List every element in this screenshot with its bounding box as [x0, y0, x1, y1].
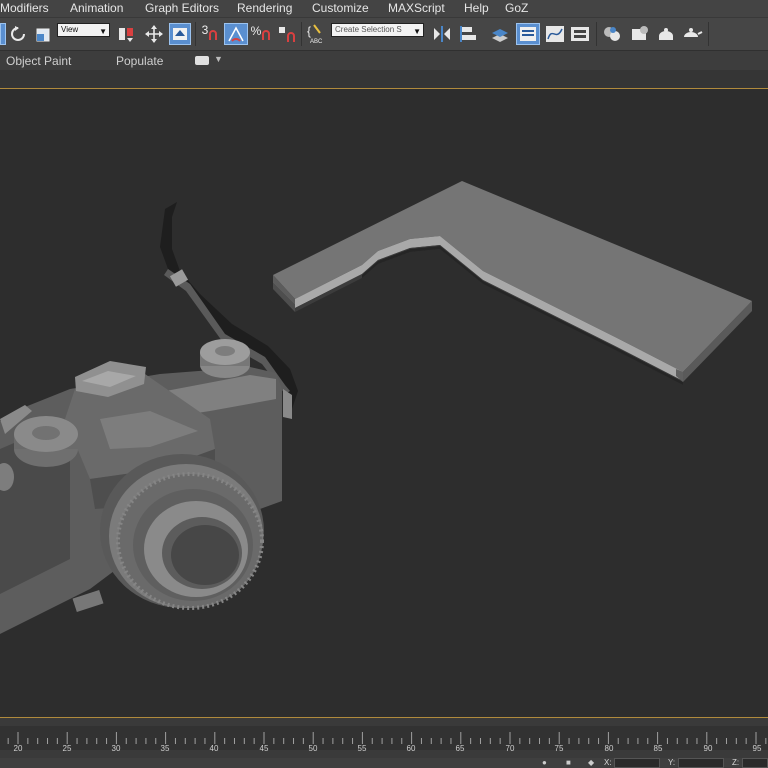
z-coord-label: Z:: [732, 758, 740, 767]
tick-label: 45: [259, 744, 269, 753]
tick-label: 80: [604, 744, 614, 753]
curve-editor-icon[interactable]: [543, 23, 567, 45]
mirror-icon[interactable]: [430, 23, 454, 45]
ribbon-toggle-button[interactable]: [195, 56, 209, 65]
pivot-icon[interactable]: [114, 23, 138, 45]
toggle-scene-explorer-icon[interactable]: [516, 23, 540, 45]
timeline-bar[interactable]: 20 25 30 35 40 45 50 55 60 65 70 75 80 8…: [0, 718, 768, 758]
main-toolbar: View ▼ 3 % {ABC Create Selection S ▼: [0, 17, 768, 50]
y-coord-field[interactable]: [678, 758, 724, 768]
tick-label: 40: [209, 744, 219, 753]
y-coord-label: Y:: [668, 758, 676, 767]
menu-animation[interactable]: Animation: [70, 1, 123, 15]
move-icon[interactable]: [143, 23, 165, 45]
selection-lock-icon[interactable]: ■: [566, 758, 571, 767]
snap-3d-icon[interactable]: 3: [199, 23, 221, 45]
menu-goz[interactable]: GoZ: [505, 1, 528, 15]
render-setup-icon[interactable]: [628, 23, 652, 45]
tick-label: 25: [62, 744, 72, 753]
schematic-view-icon[interactable]: [568, 23, 592, 45]
percent-label: %: [250, 24, 262, 38]
tick-label: 70: [505, 744, 515, 753]
tick-label: 65: [455, 744, 465, 753]
named-selection-set-dropdown[interactable]: Create Selection S ▼: [331, 23, 424, 37]
tick-label: 95: [752, 744, 762, 753]
menu-customize[interactable]: Customize: [312, 1, 369, 15]
reference-coord-dropdown[interactable]: View ▼: [57, 23, 110, 37]
material-editor-icon[interactable]: [600, 23, 624, 45]
svg-text:{: {: [307, 24, 311, 38]
ribbon-panel-area: [0, 70, 768, 88]
menu-help[interactable]: Help: [464, 1, 489, 15]
tick-label: 20: [13, 744, 23, 753]
menu-bar: Modifiers Animation Graph Editors Render…: [0, 0, 768, 17]
angle-snap-icon[interactable]: [224, 23, 248, 45]
manipulate-icon[interactable]: [169, 23, 191, 45]
tab-object-paint[interactable]: Object Paint: [6, 54, 71, 68]
camera-lens: [100, 454, 264, 610]
tick-label: 55: [357, 744, 367, 753]
chevron-down-icon: ▼: [413, 27, 421, 36]
tick-label: 85: [653, 744, 663, 753]
named-selection-placeholder: Create Selection S: [335, 25, 402, 34]
spinner-snap-icon[interactable]: [275, 23, 297, 45]
chevron-down-icon: ▼: [99, 27, 107, 36]
x-coord-field[interactable]: [614, 758, 660, 768]
reference-coord-value: View: [61, 25, 79, 34]
lock-icon[interactable]: ●: [542, 758, 547, 767]
layer-manager-icon[interactable]: [488, 23, 512, 45]
svg-text:ABC: ABC: [310, 39, 323, 45]
rotate-icon[interactable]: [8, 23, 28, 45]
tick-label: 60: [406, 744, 416, 753]
tick-label: 35: [160, 744, 170, 753]
percent-snap-icon[interactable]: %: [250, 23, 272, 45]
viewport-perspective[interactable]: [0, 88, 768, 718]
tab-populate[interactable]: Populate: [116, 54, 163, 68]
rendered-frame-window-icon[interactable]: [654, 23, 678, 45]
select-region-icon[interactable]: [0, 23, 6, 45]
render-production-icon[interactable]: [680, 23, 704, 45]
edit-named-selection-icon[interactable]: {ABC: [305, 23, 327, 45]
x-coord-label: X:: [604, 758, 612, 767]
z-coord-field[interactable]: [742, 758, 768, 768]
absolute-mode-icon[interactable]: ◆: [588, 758, 594, 767]
extruded-shape-object: [273, 181, 752, 385]
snap-dimension-label: 3: [201, 23, 209, 37]
tick-label: 90: [703, 744, 713, 753]
scale-icon[interactable]: [33, 23, 55, 45]
tick-label: 30: [111, 744, 121, 753]
menu-maxscript[interactable]: MAXScript: [388, 1, 445, 15]
menu-graph-editors[interactable]: Graph Editors: [145, 1, 219, 15]
tick-label: 75: [554, 744, 564, 753]
ribbon-bar: Object Paint Populate ▼: [0, 50, 768, 70]
tick-label: 50: [308, 744, 318, 753]
chevron-down-icon[interactable]: ▼: [214, 54, 223, 64]
align-icon[interactable]: [458, 23, 482, 45]
status-bar: ● ■ ◆ X: Y: Z:: [0, 758, 768, 768]
menu-modifiers[interactable]: Modifiers: [0, 1, 49, 15]
menu-rendering[interactable]: Rendering: [237, 1, 292, 15]
